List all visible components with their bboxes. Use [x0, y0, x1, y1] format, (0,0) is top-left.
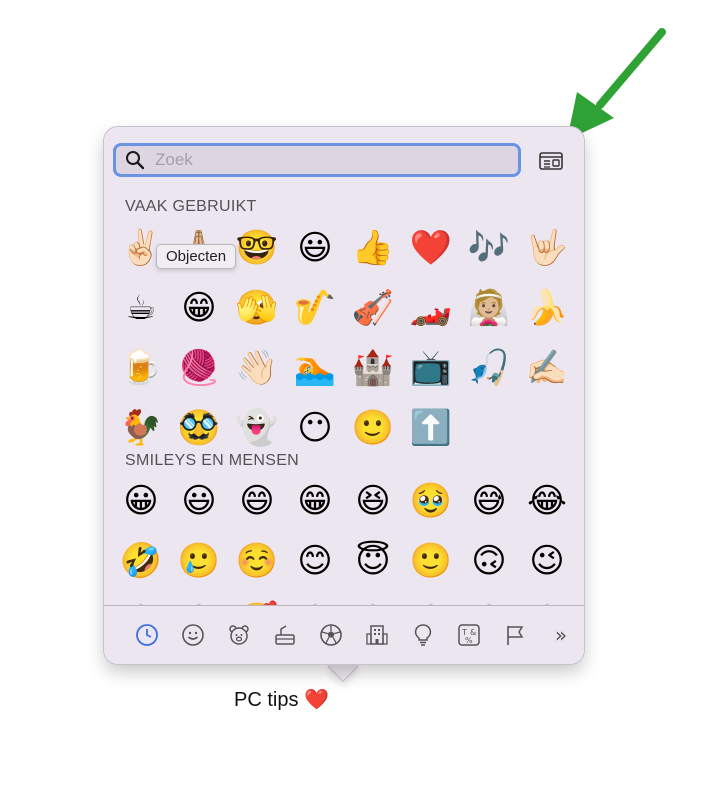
- smileys-emoji[interactable]: 😇: [344, 531, 402, 591]
- smileys-emoji[interactable]: 😊: [286, 531, 344, 591]
- frequent-emoji[interactable]: 🍌: [518, 278, 576, 338]
- tab-activities[interactable]: [308, 615, 354, 655]
- frequent-emoji[interactable]: 🤟🏻: [518, 218, 576, 278]
- tab-animals[interactable]: [216, 615, 262, 655]
- more-categories-button[interactable]: »: [538, 615, 584, 655]
- smileys-emoji[interactable]: 😆: [344, 471, 402, 531]
- frequent-emoji[interactable]: ❤️: [402, 218, 460, 278]
- frequent-emoji[interactable]: 👻: [228, 398, 286, 458]
- smileys-emoji[interactable]: 🥹: [402, 471, 460, 531]
- tab-flags[interactable]: [492, 615, 538, 655]
- frequent-emoji[interactable]: 👰🏼: [460, 278, 518, 338]
- tooltip: Objecten: [156, 244, 237, 269]
- frequent-emoji[interactable]: 🎻: [344, 278, 402, 338]
- smileys-emoji[interactable]: 🙃: [460, 531, 518, 591]
- smileys-emoji[interactable]: 🥲: [170, 531, 228, 591]
- frequent-emoji[interactable]: 🎷: [286, 278, 344, 338]
- flag-icon: [507, 626, 524, 645]
- frequent-emoji[interactable]: 🥸: [170, 398, 228, 458]
- ball-icon: [320, 624, 342, 646]
- frequent-emoji[interactable]: 🫣: [228, 278, 286, 338]
- smileys-emoji[interactable]: 😁: [286, 471, 344, 531]
- bulb-icon: [414, 624, 432, 646]
- caption: PC tips ❤️: [234, 687, 329, 712]
- smileys-emoji[interactable]: 😉: [518, 531, 576, 591]
- svg-text:%: %: [465, 636, 473, 645]
- frequent-emoji[interactable]: 🏰: [344, 338, 402, 398]
- section-title-smileys: SMILEYS EN MENSEN: [125, 452, 300, 469]
- frequent-emoji[interactable]: 🧶: [170, 338, 228, 398]
- tab-smileys[interactable]: [170, 615, 216, 655]
- smileys-emoji[interactable]: 😅: [460, 471, 518, 531]
- search-input[interactable]: [153, 149, 517, 171]
- search-field[interactable]: [113, 143, 521, 177]
- smileys-emoji[interactable]: 🙂: [402, 531, 460, 591]
- smileys-emoji[interactable]: ☺️: [228, 531, 286, 591]
- more-icon: »: [554, 623, 568, 647]
- frequent-emoji[interactable]: 🐓: [112, 398, 170, 458]
- smileys-emoji[interactable]: 😀: [112, 471, 170, 531]
- frequent-emoji[interactable]: ⬆️: [402, 398, 460, 458]
- frequent-emoji[interactable]: 🍺: [112, 338, 170, 398]
- search-icon: [126, 151, 145, 170]
- tab-objects[interactable]: [400, 615, 446, 655]
- frequent-emoji[interactable]: 😃: [286, 218, 344, 278]
- bear-icon: [229, 625, 249, 645]
- character-viewer-icon[interactable]: [539, 151, 563, 171]
- smileys-emoji[interactable]: 😃: [170, 471, 228, 531]
- buildings-icon: [366, 625, 388, 645]
- frequent-emoji[interactable]: 📺: [402, 338, 460, 398]
- smileys-emoji[interactable]: 😄: [228, 471, 286, 531]
- frequent-emoji[interactable]: 👍: [344, 218, 402, 278]
- tab-travel[interactable]: [354, 615, 400, 655]
- smiley-icon: [182, 624, 204, 646]
- frequent-emoji[interactable]: 😁: [170, 278, 228, 338]
- frequent-emoji[interactable]: 😶: [286, 398, 344, 458]
- smileys-emoji[interactable]: 😂: [518, 471, 576, 531]
- clock-icon: [136, 624, 158, 646]
- emoji-picker: VAAK GEBRUIKT ✌🏻🙏🏼🤓😃👍❤️🎶🤟🏻☕😁🫣🎷🎻🏎️👰🏼🍌🍺🧶👋🏻…: [104, 127, 584, 664]
- frequent-emoji[interactable]: 🏊: [286, 338, 344, 398]
- tab-frequent[interactable]: [124, 615, 170, 655]
- tab-symbols[interactable]: T & %: [446, 615, 492, 655]
- frequent-emoji[interactable]: ☕: [112, 278, 170, 338]
- frequent-emoji[interactable]: 🎶: [460, 218, 518, 278]
- category-toolbar: T & % »: [104, 605, 584, 664]
- caption-text: PC tips: [234, 689, 299, 711]
- frequent-emoji[interactable]: 🏎️: [402, 278, 460, 338]
- frequent-emoji[interactable]: ✍🏻: [518, 338, 576, 398]
- frequent-emoji[interactable]: 🎣: [460, 338, 518, 398]
- section-title-frequent: VAAK GEBRUIKT: [125, 198, 257, 215]
- heart-icon: ❤️: [304, 689, 329, 711]
- frequent-emoji[interactable]: 🙂: [344, 398, 402, 458]
- frequent-emoji[interactable]: 👋🏻: [228, 338, 286, 398]
- symbols-icon: T & %: [458, 624, 480, 646]
- smileys-emoji[interactable]: 🤣: [112, 531, 170, 591]
- frequent-emoji[interactable]: 🤓: [228, 218, 286, 278]
- food-icon: [275, 625, 295, 645]
- tab-food[interactable]: [262, 615, 308, 655]
